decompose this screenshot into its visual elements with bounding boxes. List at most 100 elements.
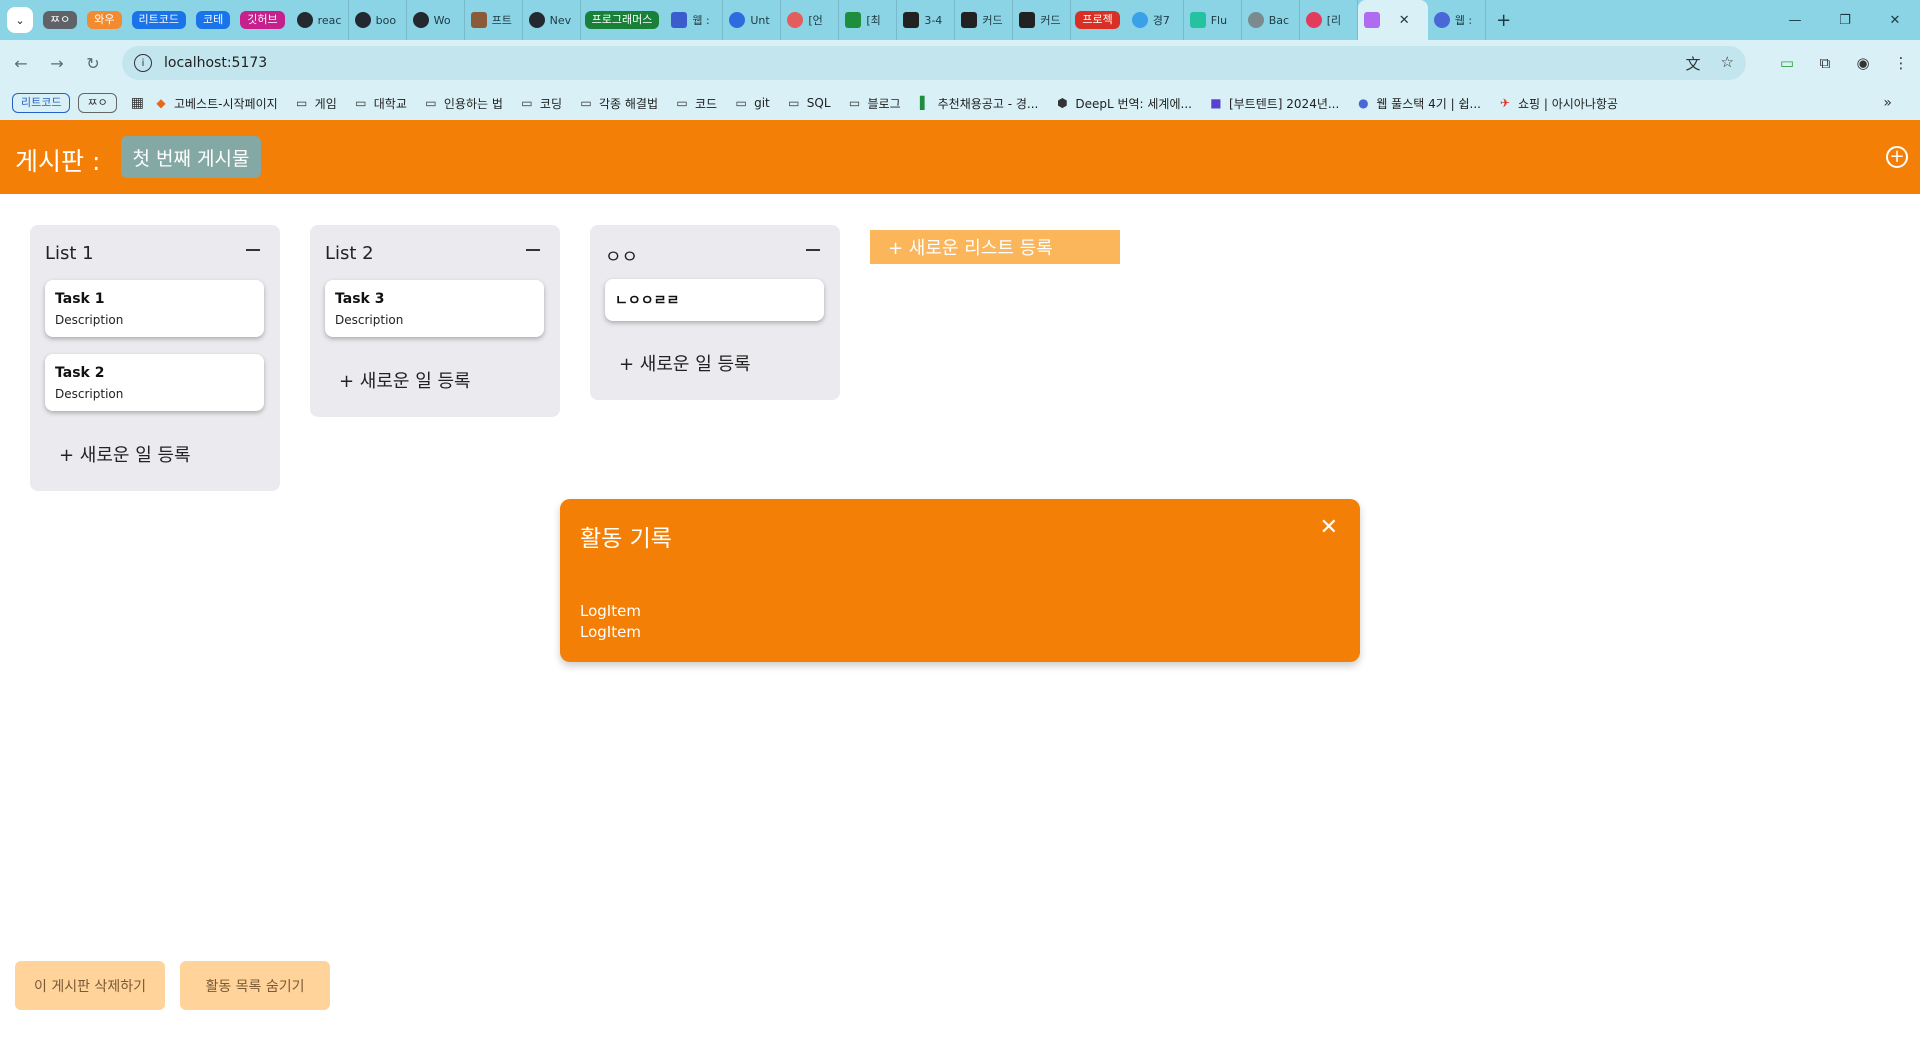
- bookmark-item[interactable]: ● 웹 풀스택 4기 | 쉽...: [1356, 95, 1481, 112]
- close-window-icon[interactable]: ✕: [1870, 0, 1920, 40]
- bookmark-folder[interactable]: ▭ SQL: [787, 96, 830, 110]
- back-icon[interactable]: ←: [6, 48, 36, 78]
- bookmark-item[interactable]: ■ [부트텐트] 2024년...: [1209, 95, 1339, 112]
- bookmark-item[interactable]: ◆ 고베스트-시작페이지: [154, 95, 277, 112]
- bookmark-folder[interactable]: ▭ 대학교: [354, 95, 407, 112]
- browser-tab[interactable]: 3-4: [897, 0, 956, 40]
- task-card[interactable]: ㄴㅇㅇㄹㄹ: [605, 279, 824, 321]
- browser-tab[interactable]: Unt: [723, 0, 782, 40]
- minus-icon[interactable]: [806, 249, 820, 251]
- translate-icon[interactable]: 文: [1686, 53, 1701, 74]
- browser-tab[interactable]: 웹 :: [665, 0, 724, 40]
- close-tab-icon[interactable]: ✕: [1399, 13, 1410, 28]
- minus-icon[interactable]: [246, 249, 260, 251]
- list-column: List 2 Task 3 Description + 새로운 일 등록: [310, 225, 560, 417]
- green-plus-icon: [845, 12, 862, 28]
- folder-icon: ▭: [580, 96, 592, 110]
- browser-tab[interactable]: reac: [291, 0, 349, 40]
- minimize-icon[interactable]: —: [1770, 0, 1820, 40]
- globe-icon: [1247, 12, 1264, 28]
- folder-icon: ▭: [788, 96, 800, 110]
- tab-group-3[interactable]: 코테: [195, 11, 231, 29]
- reload-icon[interactable]: ↻: [78, 48, 108, 78]
- new-tab-button[interactable]: +: [1490, 6, 1518, 34]
- browser-tab[interactable]: 경7: [1126, 0, 1184, 40]
- bookmarks-overflow-icon[interactable]: »: [1883, 95, 1892, 111]
- bookmark-folder[interactable]: ▭ 블로그: [848, 95, 901, 112]
- bookmark-item[interactable]: ✈ 쇼핑 | 아시아나항공: [1498, 95, 1618, 112]
- extensions-icon[interactable]: ⧉: [1814, 48, 1836, 78]
- bookmark-group-0[interactable]: 리트코드: [12, 93, 71, 113]
- list-title: List 2: [325, 243, 374, 264]
- browser-tab[interactable]: [리: [1300, 0, 1358, 40]
- browser-tab[interactable]: [언: [781, 0, 840, 40]
- restore-icon[interactable]: ❐: [1820, 0, 1870, 40]
- apps-grid-icon[interactable]: ▦: [131, 95, 144, 111]
- address-url[interactable]: localhost:5173: [164, 55, 267, 71]
- browser-tab[interactable]: [최: [839, 0, 898, 40]
- bookmark-folder[interactable]: ▭ git: [734, 96, 769, 110]
- bookmark-folder[interactable]: ▭ 각종 해결법: [579, 95, 658, 112]
- folder-icon: ▭: [735, 96, 747, 110]
- checkbox-icon: [961, 12, 978, 28]
- forward-icon[interactable]: →: [42, 48, 72, 78]
- site-info-icon[interactable]: i: [134, 54, 152, 72]
- tab-group-2[interactable]: 리트코드: [131, 11, 186, 29]
- task-card[interactable]: Task 1 Description: [45, 280, 264, 337]
- tab-group-0[interactable]: ㅉㅇ: [43, 11, 78, 29]
- profile-avatar[interactable]: ◉: [1852, 48, 1874, 78]
- folder-icon: ▭: [676, 96, 688, 110]
- list-column: List 1 Task 1 Description Task 2 Descrip…: [30, 225, 280, 491]
- browser-tab[interactable]: Bac: [1242, 0, 1300, 40]
- browser-tab[interactable]: 커드: [1013, 0, 1072, 40]
- delete-board-button[interactable]: 이 게시판 삭제하기: [15, 961, 165, 1010]
- add-task-button[interactable]: + 새로운 일 등록: [59, 441, 191, 467]
- bookmark-folder[interactable]: ▭ 게임: [295, 95, 337, 112]
- tab-group-6[interactable]: 프로젝: [1075, 11, 1120, 29]
- browser-tab[interactable]: Flu: [1184, 0, 1242, 40]
- add-task-button[interactable]: + 새로운 일 등록: [339, 367, 471, 393]
- tab-group-5[interactable]: 프로그래머스: [584, 11, 660, 29]
- bookmark-star-icon[interactable]: ☆: [1721, 53, 1734, 74]
- browser-tab[interactable]: Wo: [407, 0, 465, 40]
- vite-icon: [1363, 12, 1380, 28]
- minus-icon[interactable]: [526, 249, 540, 251]
- browser-tab[interactable]: Nev: [523, 0, 581, 40]
- bookmark-site-icon: ▌: [920, 96, 930, 110]
- activity-log-title: 활동 기록: [580, 526, 672, 552]
- browser-tab[interactable]: 프트: [465, 0, 523, 40]
- browser-tab[interactable]: boo: [349, 0, 407, 40]
- browser-toolbar: ← → ↻ i localhost:5173 文 ☆ ▭ ⧉ ◉ ⋮: [0, 40, 1920, 86]
- task-card[interactable]: Task 2 Description: [45, 354, 264, 411]
- task-card[interactable]: Task 3 Description: [325, 280, 544, 337]
- red-circle-icon: [787, 12, 804, 28]
- tab-search-button[interactable]: ⌄: [7, 7, 33, 33]
- v-icon: [1189, 12, 1206, 28]
- add-list-button[interactable]: + 새로운 리스트 등록: [870, 230, 1120, 264]
- bookmark-item[interactable]: ⬢ DeepL 번역: 세계에...: [1055, 95, 1192, 112]
- bookmark-folder[interactable]: ▭ 코딩: [520, 95, 562, 112]
- task-description: Description: [55, 313, 124, 327]
- github-icon: [296, 12, 313, 28]
- browser-tab-active[interactable]: ✕: [1357, 0, 1428, 40]
- task-title: ㄴㅇㅇㄹㄹ: [615, 293, 680, 309]
- address-bar[interactable]: i localhost:5173 文 ☆: [122, 46, 1746, 80]
- cast-icon[interactable]: ▭: [1776, 48, 1798, 78]
- tab-group-4[interactable]: 깃허브: [240, 11, 285, 29]
- bookmark-item[interactable]: ▌ 추천채용공고 - 경...: [918, 95, 1038, 112]
- bookmark-folder[interactable]: ▭ 인용하는 법: [424, 95, 503, 112]
- menu-icon[interactable]: ⋮: [1890, 48, 1912, 78]
- hide-log-button[interactable]: 활동 목록 숨기기: [180, 961, 330, 1010]
- tab-group-1[interactable]: 와우: [87, 11, 122, 29]
- board-selector[interactable]: 첫 번째 게시물: [121, 136, 261, 178]
- browser-tab[interactable]: 웹 :: [1428, 0, 1486, 40]
- task-description: Description: [55, 387, 124, 401]
- browser-tab[interactable]: 커드: [955, 0, 1014, 40]
- window-controls: — ❐ ✕: [1770, 0, 1920, 40]
- bookmark-group-1[interactable]: ㅉㅇ: [78, 93, 117, 113]
- close-icon[interactable]: ✕: [1320, 515, 1338, 540]
- share-icon: [729, 12, 746, 28]
- bookmark-folder[interactable]: ▭ 코드: [675, 95, 717, 112]
- plus-circle-icon[interactable]: +: [1886, 146, 1908, 168]
- add-task-button[interactable]: + 새로운 일 등록: [619, 350, 751, 376]
